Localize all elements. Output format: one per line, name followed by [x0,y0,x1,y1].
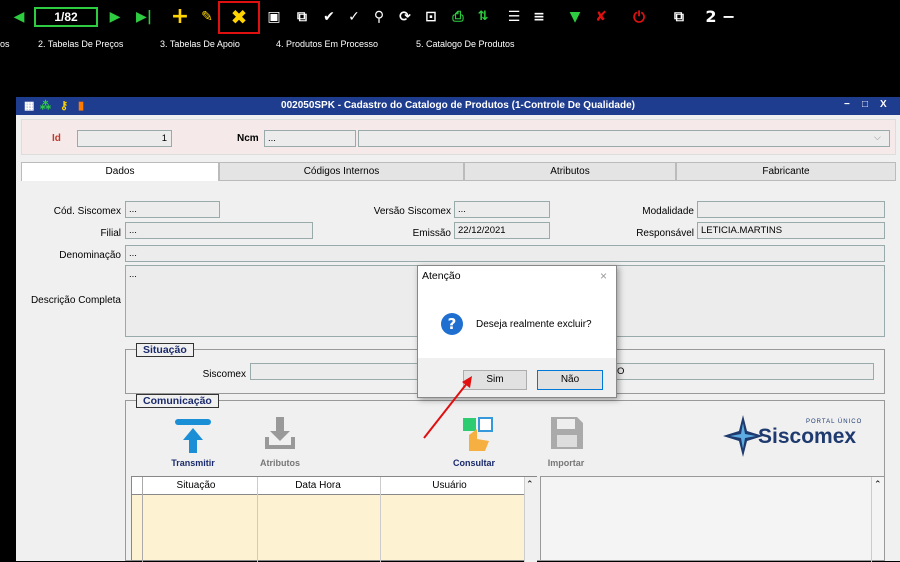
edit-pencil-icon[interactable]: ✎ [198,6,216,28]
responsavel-field[interactable]: LETICIA.MARTINS [697,222,885,239]
id-label: Id [52,133,61,144]
menu-item-tabelas-apoio[interactable]: 3. Tabelas De Apoio [160,39,240,49]
menu-item-partial[interactable]: os [0,39,10,49]
situacao-title: Situação [136,343,194,357]
dialog-close-icon[interactable]: × [600,269,607,283]
menu-item-tabelas-precos[interactable]: 2. Tabelas De Preços [38,39,123,49]
scroll-up-icon[interactable]: ⌃ [874,479,882,490]
menu-bar: os 2. Tabelas De Preços 3. Tabelas De Ap… [0,36,900,52]
item-count: 2 [705,7,717,26]
dialog-title: Atenção [422,270,461,282]
minus-icon[interactable]: − [722,6,735,28]
menu-item-catalogo[interactable]: 5. Catalogo De Produtos [416,39,515,49]
clear-icon[interactable]: ✓ [345,6,363,28]
versao-siscomex-field[interactable]: ... [454,201,550,218]
download-icon [265,417,295,449]
siscomex-star-logo-icon [723,415,763,457]
responsavel-label: Responsável [636,228,694,239]
log-grid: Situação Data Hora Usuário ⌃ [131,476,537,562]
siscomex-logo-text: Siscomex [758,425,857,448]
grid-divider [380,477,381,562]
tab-fabricante[interactable]: Fabricante [676,162,896,181]
last-record-icon[interactable]: ▶| [135,6,153,28]
prev-record-icon[interactable]: ◀ [12,6,26,28]
denominacao-label: Denominação [59,250,121,261]
emissao-label: Emissão [412,228,451,239]
tab-codigos-internos[interactable]: Códigos Internos [219,162,464,181]
cod-siscomex-field[interactable]: ... [125,201,220,218]
ncm-description-select[interactable] [358,130,890,147]
main-toolbar: ◀ 1/82 ▶ ▶| + ✎ ✖ ▣ ⧉ ✔ ✓ ⚲ ⟳ ⊡ ⎙ ⇅ ☰ ≡ … [0,0,900,36]
atributos-label: Atributos [260,458,300,468]
versao-siscomex-label: Versão Siscomex [373,206,451,217]
tab-bar: Dados Códigos Internos Atributos Fabrica… [21,162,896,181]
window-icon[interactable]: ⧉ [667,6,691,28]
sort-icon[interactable]: ⇅ [474,6,492,28]
emissao-field[interactable]: 22/12/2021 [454,222,550,239]
delete-icon[interactable]: ✖ [228,6,250,28]
id-field[interactable]: 1 [77,130,172,147]
tab-dados[interactable]: Dados [21,162,219,181]
filial-label: Filial [100,228,121,239]
close-button[interactable]: X [880,99,887,110]
confirm-icon[interactable]: ✔ [320,6,338,28]
ncm-label: Ncm [237,133,259,144]
detail-scrollbar[interactable]: ⌃ [871,477,884,562]
filial-field[interactable]: ... [125,222,313,239]
menu-item-produtos-processo[interactable]: 4. Produtos Em Processo [276,39,378,49]
detail-panel: ⌃ [540,476,885,562]
report-icon[interactable]: ☰ [505,6,523,28]
ncm-field[interactable]: ... [264,130,356,147]
col-situacao[interactable]: Situação [142,480,250,491]
consultar-label: Consultar [452,458,495,468]
dialog-body: Atenção × ? Deseja realmente excluir? [418,266,616,358]
transmitir-label: Transmitir [171,458,215,468]
annotation-arrow-icon [423,376,472,439]
next-record-icon[interactable]: ▶ [108,6,122,28]
clear-filter-icon[interactable]: ✘ [592,6,610,28]
power-icon[interactable]: ⏻ [630,6,648,28]
upload-icon [175,419,211,453]
descricao-label: Descrição Completa [30,295,121,306]
col-data-hora[interactable]: Data Hora [257,480,379,491]
list-icon[interactable]: ≡ [530,6,548,28]
situacao-siscomex-label: Siscomex [202,369,246,380]
cod-siscomex-label: Cód. Siscomex [53,206,121,217]
denominacao-field[interactable]: ... [125,245,885,262]
print-icon[interactable]: ⎙ [449,6,467,28]
svg-text:?: ? [448,315,457,333]
chevron-down-icon[interactable]: ⌵ [874,132,881,143]
scroll-up-icon[interactable]: ⌃ [526,479,534,490]
situacao-value: O [617,366,625,377]
grid-header: Situação Data Hora Usuário [132,477,524,495]
col-usuario[interactable]: Usuário [382,480,517,491]
modalidade-select[interactable] [697,201,885,218]
question-icon: ? [441,313,463,335]
search-icon[interactable]: ⚲ [370,6,388,28]
refresh-icon[interactable]: ⟳ [396,6,414,28]
id-ncm-row: Id 1 Ncm ... ⌵ [21,119,896,155]
modalidade-label: Modalidade [642,206,694,217]
maximize-button[interactable]: □ [862,99,868,110]
tab-atributos[interactable]: Atributos [464,162,676,181]
record-counter: 1/82 [34,7,98,27]
no-button[interactable]: Não [537,370,603,390]
floppy-icon [551,417,583,449]
copy-icon[interactable]: ⧉ [293,6,311,28]
importar-label: Importar [547,458,585,468]
filter-icon[interactable]: ▼ [566,6,584,28]
zoom-icon[interactable]: ⊡ [422,6,440,28]
window-title: 002050SPK - Cadastro do Catalogo de Prod… [281,100,635,111]
grid-divider [257,477,258,562]
dialog-message: Deseja realmente excluir? [476,319,592,330]
minimize-button[interactable]: − [844,99,850,110]
grid-scrollbar[interactable]: ⌃ [524,477,537,562]
add-icon[interactable]: + [170,6,190,28]
window-titlebar: ▦ ⁂ ⚷ ▮ 002050SPK - Cadastro do Catalogo… [16,97,900,115]
save-icon[interactable]: ▣ [265,6,283,28]
comunicacao-title: Comunicação [136,394,219,408]
grid-divider [142,477,143,562]
